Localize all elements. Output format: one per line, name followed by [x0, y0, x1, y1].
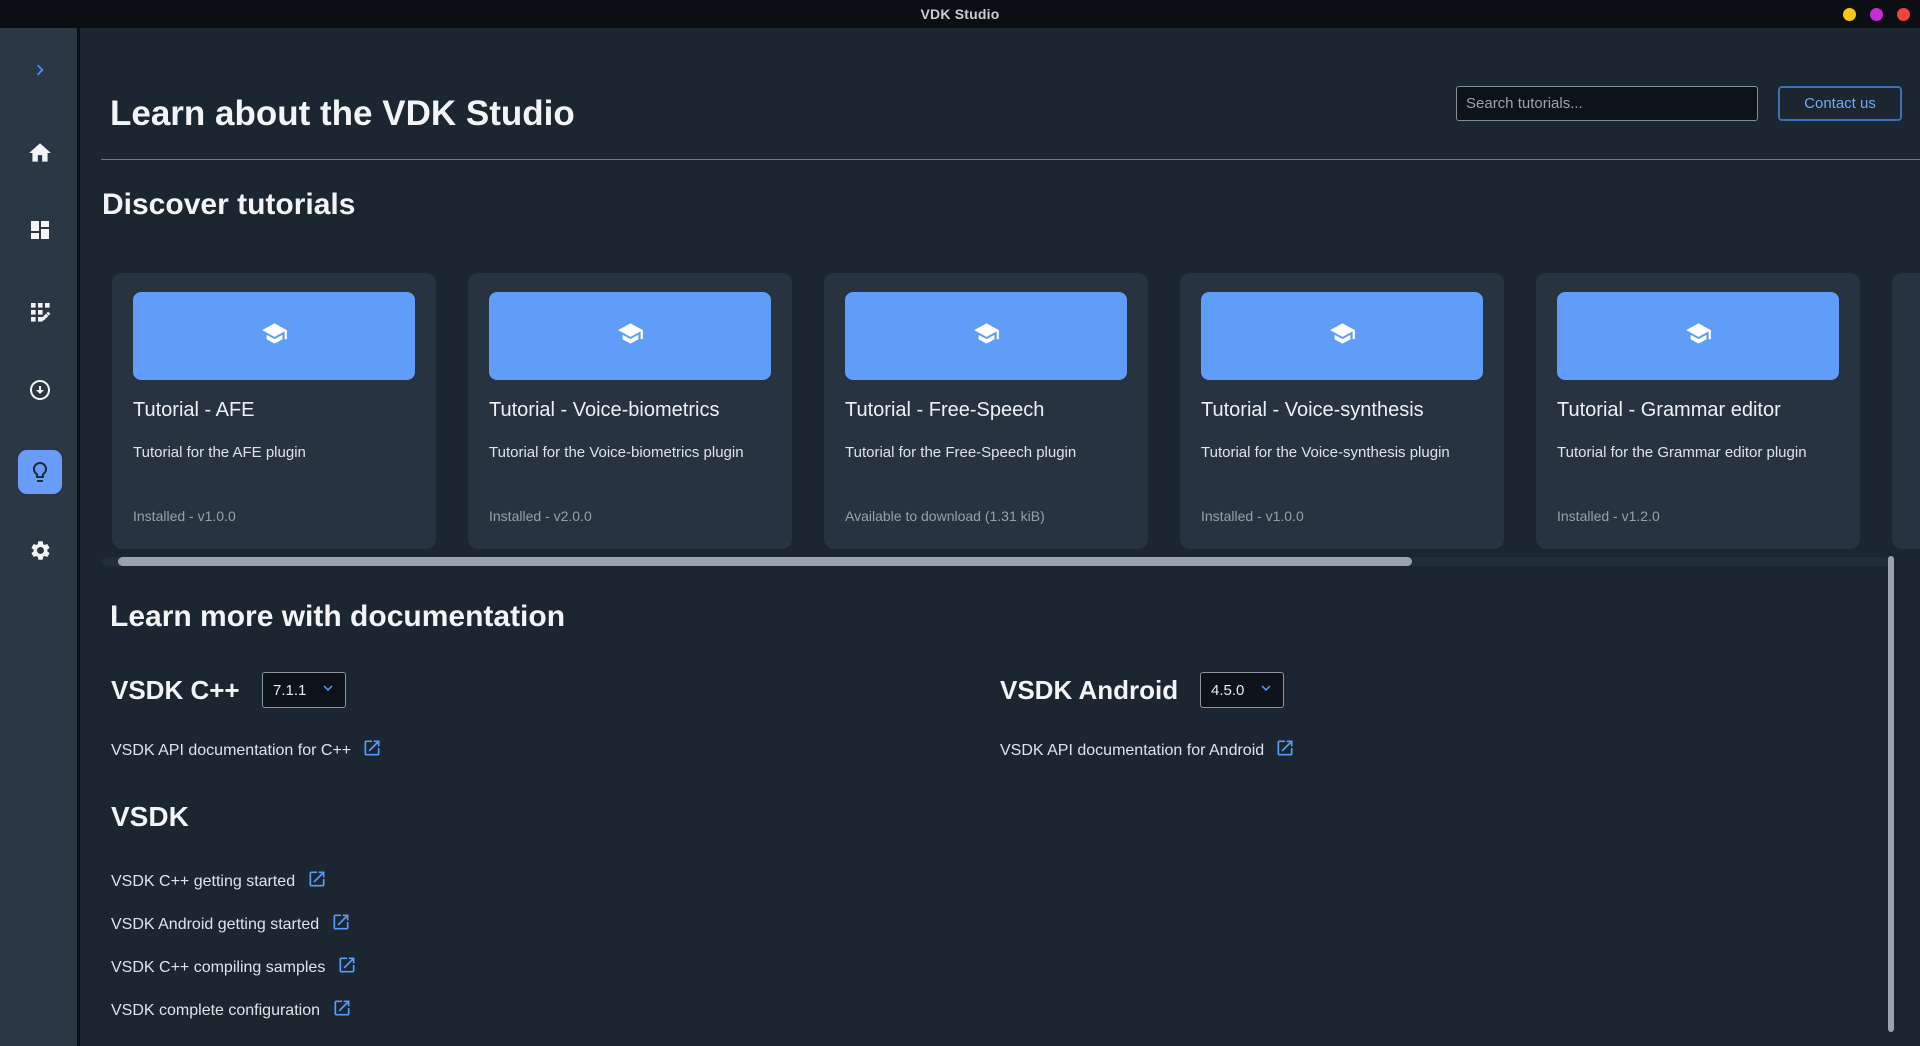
external-link-icon [337, 955, 357, 980]
titlebar: VDK Studio [0, 0, 1920, 28]
sidebar-item-dashboard[interactable] [18, 208, 62, 252]
external-link-icon [332, 998, 352, 1023]
home-icon [27, 140, 53, 166]
external-link-icon [331, 912, 351, 937]
sidebar-item-learn[interactable] [18, 450, 62, 494]
tutorial-card-row: Tutorial - AFE Tutorial for the AFE plug… [112, 273, 1920, 549]
tutorial-card-title: Tutorial - Voice-synthesis [1201, 399, 1424, 422]
red-dot-icon[interactable] [1897, 8, 1910, 21]
version-select-cpp[interactable]: 7.1.1 [262, 672, 346, 708]
sidebar-item-downloads[interactable] [18, 368, 62, 412]
dashboard-icon [28, 218, 52, 242]
graduation-cap-icon [1685, 320, 1712, 352]
sdk-name-cpp: VSDK C++ [111, 672, 240, 708]
tutorial-card-status: Installed - v2.0.0 [489, 508, 592, 524]
header-divider [101, 159, 1920, 160]
sidebar-item-home[interactable] [18, 131, 62, 175]
tutorial-card-description: Tutorial for the Free-Speech plugin [845, 444, 1076, 461]
magenta-dot-icon[interactable] [1870, 8, 1883, 21]
external-link-icon [1275, 738, 1295, 763]
sidebar-item-projects[interactable] [18, 290, 62, 334]
app-registration-icon [28, 300, 52, 324]
lightbulb-icon [28, 460, 52, 484]
vsdk-link-getting-started-android[interactable]: VSDK Android getting started [111, 912, 351, 937]
contact-us-button[interactable]: Contact us [1778, 86, 1902, 121]
chevron-down-icon [1257, 679, 1275, 702]
vsdk-link-getting-started-cpp[interactable]: VSDK C++ getting started [111, 869, 327, 894]
tutorial-card-title: Tutorial - Grammar editor [1557, 399, 1781, 422]
vsdk-link-complete-configuration[interactable]: VSDK complete configuration [111, 998, 352, 1023]
window-title: VDK Studio [921, 6, 1000, 22]
graduation-cap-icon [1329, 320, 1356, 352]
download-circle-icon [28, 378, 52, 402]
version-select-android[interactable]: 4.5.0 [1200, 672, 1284, 708]
external-link-icon [362, 738, 382, 763]
graduation-cap-icon [261, 320, 288, 352]
vdk-studio-window: VDK Studio [0, 0, 1920, 1046]
sidebar-nav [0, 28, 80, 1046]
tutorial-card-description: Tutorial for the Voice-biometrics plugin [489, 444, 744, 461]
vertical-scrollbar-thumb[interactable] [1888, 556, 1894, 1032]
tutorial-card-status: Installed - v1.0.0 [1201, 508, 1304, 524]
window-controls [1843, 0, 1910, 28]
tutorial-card-title: Tutorial - Free-Speech [845, 399, 1044, 422]
external-link-icon [307, 869, 327, 894]
search-input[interactable] [1456, 86, 1758, 121]
tutorial-card-description: Tutorial for the AFE plugin [133, 444, 306, 461]
sdk-name-android: VSDK Android [1000, 672, 1178, 708]
chevron-down-icon [319, 679, 337, 702]
yellow-dot-icon[interactable] [1843, 8, 1856, 21]
discover-tutorials-heading: Discover tutorials [102, 188, 355, 222]
sidebar-item-settings[interactable] [18, 528, 62, 572]
tutorial-card[interactable]: Tutorial - Free-Speech Tutorial for the … [824, 273, 1148, 549]
tutorial-card-title: Tutorial - AFE [133, 399, 255, 422]
tutorial-card[interactable]: Tutorial - AFE Tutorial for the AFE plug… [112, 273, 436, 549]
chevron-right-icon [29, 59, 51, 81]
main-content: Learn about the VDK Studio Contact us Di… [83, 28, 1920, 1046]
tutorial-card-status: Installed - v1.0.0 [133, 508, 236, 524]
version-value-cpp: 7.1.1 [273, 682, 306, 699]
version-value-android: 4.5.0 [1211, 682, 1244, 699]
page-title: Learn about the VDK Studio [110, 94, 575, 134]
graduation-cap-icon [617, 320, 644, 352]
vsdk-heading: VSDK [111, 801, 189, 833]
api-doc-link-android[interactable]: VSDK API documentation for Android [1000, 738, 1295, 763]
learn-more-heading: Learn more with documentation [110, 600, 565, 634]
graduation-cap-icon [973, 320, 1000, 352]
tutorial-card-partial[interactable] [1892, 273, 1920, 549]
api-doc-link-cpp[interactable]: VSDK API documentation for C++ [111, 738, 382, 763]
tutorial-card-description: Tutorial for the Grammar editor plugin [1557, 444, 1807, 461]
tutorial-card-status: Available to download (1.31 kiB) [845, 508, 1045, 524]
tutorial-card[interactable]: Tutorial - Voice-biometrics Tutorial for… [468, 273, 792, 549]
vsdk-link-compiling-samples[interactable]: VSDK C++ compiling samples [111, 955, 357, 980]
tutorial-card-description: Tutorial for the Voice-synthesis plugin [1201, 444, 1450, 461]
tutorial-card-status: Installed - v1.2.0 [1557, 508, 1660, 524]
horizontal-scrollbar-thumb[interactable] [118, 557, 1412, 566]
sidebar-expand-button[interactable] [18, 48, 62, 92]
tutorial-card[interactable]: Tutorial - Voice-synthesis Tutorial for … [1180, 273, 1504, 549]
settings-gear-icon [29, 539, 52, 562]
tutorial-card[interactable]: Tutorial - Grammar editor Tutorial for t… [1536, 273, 1860, 549]
tutorial-card-title: Tutorial - Voice-biometrics [489, 399, 719, 422]
